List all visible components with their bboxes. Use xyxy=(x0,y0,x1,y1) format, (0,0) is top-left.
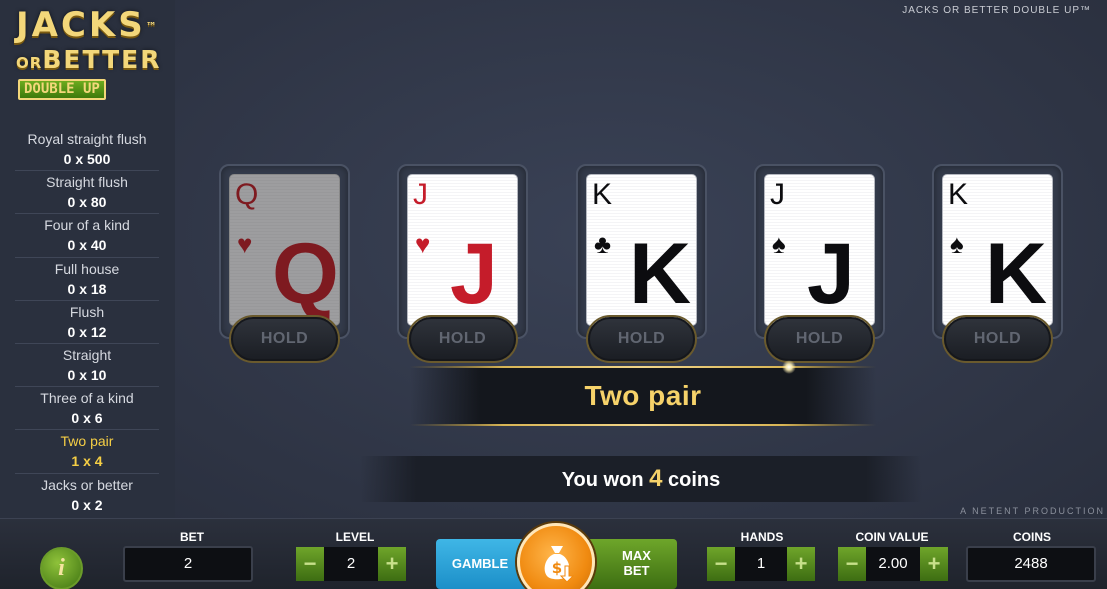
paytable-hand-name: Two pair xyxy=(60,433,114,450)
winning-hand-label: Two pair xyxy=(584,380,702,411)
coins-label: COINS xyxy=(1012,530,1051,544)
paytable-hand-name: Straight flush xyxy=(46,174,128,191)
paytable-row: Straight 0 x 10 xyxy=(15,344,159,388)
paytable-payout: 0 x 500 xyxy=(63,151,111,167)
level-value: 2 xyxy=(324,547,378,581)
card-slot[interactable]: Q ♥ Q HOLD xyxy=(219,164,350,361)
level-increase-button[interactable]: + xyxy=(378,547,406,581)
heart-suit-icon: ♥ xyxy=(415,229,431,259)
hands-increase-button[interactable]: + xyxy=(787,547,815,581)
card-slot[interactable]: J ♥ J HOLD xyxy=(397,164,528,361)
hands-label: HANDS xyxy=(740,530,784,544)
paytable-row: Three of a kind 0 x 6 xyxy=(15,387,159,431)
card-rank: K xyxy=(592,178,613,211)
card-face-rank: K xyxy=(985,226,1047,322)
max-bet-line2: BET xyxy=(623,563,650,578)
win-amount: 4 xyxy=(649,465,663,492)
playing-card[interactable]: J ♥ J xyxy=(407,174,518,326)
logo-line2: ORBETTER xyxy=(16,45,162,74)
producer-credit: A NETENT PRODUCTION xyxy=(960,506,1105,516)
spade-suit-icon: ♠ xyxy=(950,229,964,259)
bet-display: 2 xyxy=(123,546,253,582)
win-message: You won 4 coins xyxy=(561,465,721,492)
card-face-rank: K xyxy=(629,226,691,322)
spade-suit-icon: ♠ xyxy=(772,229,786,259)
paytable-row: Straight flush 0 x 80 xyxy=(15,171,159,215)
hold-button[interactable]: HOLD xyxy=(409,317,516,361)
paytable-payout: 0 x 2 xyxy=(71,496,103,513)
paytable-hand-name: Four of a kind xyxy=(44,217,130,234)
card-face-rank: J xyxy=(450,226,498,322)
card-rank: Q xyxy=(235,178,259,211)
win-message-bar: You won 4 coins xyxy=(360,456,922,502)
max-bet-line1: MAX xyxy=(622,548,651,563)
paytable-payout: 0 x 18 xyxy=(67,280,107,297)
hold-button[interactable]: HOLD xyxy=(588,317,695,361)
card-slot[interactable]: K ♠ K HOLD xyxy=(932,164,1063,361)
logo-line1: JACKS™ xyxy=(16,5,157,45)
game-title: JACKS OR BETTER DOUBLE UP™ xyxy=(902,5,1091,16)
paytable-row: Full house 0 x 18 xyxy=(15,258,159,301)
banner-line-bottom xyxy=(410,424,876,426)
paytable-row: Flush 0 x 12 xyxy=(15,301,159,344)
paytable-hand-name: Three of a kind xyxy=(40,390,134,407)
paytable-hand-name: Straight xyxy=(62,346,112,363)
paytable-hand-name: Full house xyxy=(54,260,120,277)
hands-decrease-button[interactable]: − xyxy=(707,547,735,581)
paytable-payout: 0 x 40 xyxy=(67,237,107,254)
card-rank: K xyxy=(948,178,969,211)
paytable: Royal straight flush 0 x 500 Straight flus… xyxy=(15,128,159,517)
paytable-row: Royal straight flush 0 x 500 xyxy=(15,128,159,172)
paytable-row: Four of a kind 0 x 40 xyxy=(15,214,159,258)
hold-button[interactable]: HOLD xyxy=(766,317,873,361)
max-bet-button[interactable]: MAX BET xyxy=(584,539,677,589)
paytable-payout: 0 x 80 xyxy=(67,194,107,211)
heart-suit-icon: ♥ xyxy=(237,229,253,259)
playing-card[interactable]: J ♠ J xyxy=(764,174,875,326)
coins-balance: 2488 xyxy=(966,546,1096,582)
hold-button[interactable]: HOLD xyxy=(231,317,338,361)
paytable-row: Jacks or better 0 x 2 xyxy=(15,474,159,517)
hold-button[interactable]: HOLD xyxy=(944,317,1051,361)
playing-card[interactable]: K ♠ K xyxy=(942,174,1053,326)
svg-text:$: $ xyxy=(552,559,562,577)
paytable-hand-name: Royal straight flush xyxy=(27,131,147,147)
playing-card[interactable]: K ♣ K xyxy=(586,174,697,326)
card-slot[interactable]: K ♣ K HOLD xyxy=(576,164,707,361)
hands-value: 1 xyxy=(735,547,787,581)
paytable-row: Two pair 1 x 4 xyxy=(15,430,159,474)
level-label: LEVEL xyxy=(335,530,375,544)
game-screen: JACKS™ ORBETTER DOUBLE UP Royal straight… xyxy=(0,0,1107,589)
club-suit-icon: ♣ xyxy=(594,229,612,259)
playing-card[interactable]: Q ♥ Q xyxy=(229,174,340,326)
coin-value-decrease-button[interactable]: − xyxy=(838,547,866,581)
paytable-hand-name: Jacks or better xyxy=(41,476,133,493)
coin-value-increase-button[interactable]: + xyxy=(920,547,948,581)
paytable-payout: 0 x 10 xyxy=(67,366,107,383)
money-bag-icon: $ xyxy=(544,546,574,582)
paytable-payout: 0 x 6 xyxy=(71,410,103,427)
game-logo: JACKS™ ORBETTER DOUBLE UP xyxy=(14,6,174,102)
paytable-payout: 1 x 4 xyxy=(71,453,103,470)
bet-label: BET xyxy=(180,530,204,544)
card-rank: J xyxy=(770,178,785,211)
logo-badge: DOUBLE UP xyxy=(18,79,106,100)
coin-value-label: COIN VALUE xyxy=(855,530,929,544)
level-decrease-button[interactable]: − xyxy=(296,547,324,581)
paytable-hand-name: Flush xyxy=(69,303,105,320)
paytable-payout: 0 x 12 xyxy=(67,323,107,340)
card-face-rank: J xyxy=(807,226,855,322)
card-slot[interactable]: J ♠ J HOLD xyxy=(754,164,885,361)
card-face-rank: Q xyxy=(272,226,339,322)
result-banner: Two pair xyxy=(410,360,876,426)
coin-value-display: 2.00 xyxy=(866,547,920,581)
info-button[interactable]: i xyxy=(40,547,83,589)
sidebar: JACKS™ ORBETTER DOUBLE UP Royal straight… xyxy=(0,0,175,518)
card-rank: J xyxy=(413,178,428,211)
